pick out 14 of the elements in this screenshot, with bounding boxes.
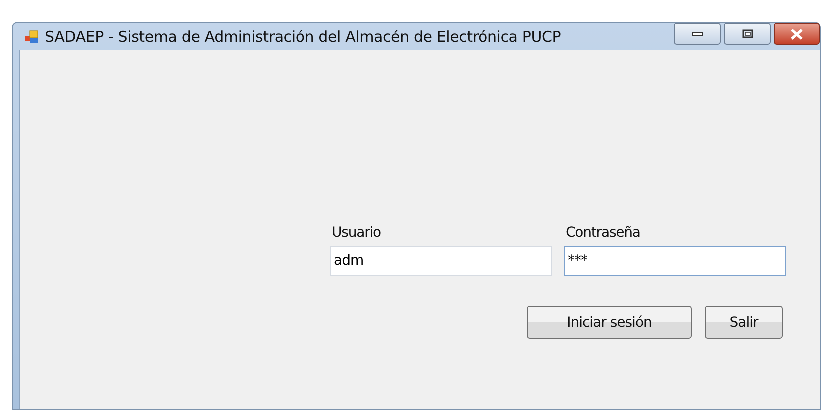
input-field[interactable]: adm: [330, 246, 552, 276]
restore-icon: [742, 29, 754, 39]
exit-button[interactable]: Salir: [705, 306, 783, 339]
close-button[interactable]: [774, 23, 820, 45]
login-button[interactable]: Iniciar sesión: [527, 306, 692, 339]
field-label: Contraseña: [566, 225, 642, 241]
app-icon: [25, 30, 39, 44]
field-label: Usuario: [332, 225, 382, 241]
window-title: SADAEP - Sistema de Administración del Almacén de Electrónica PUCP: [45, 28, 562, 46]
maximize-button[interactable]: [724, 23, 771, 45]
minimize-button[interactable]: [674, 23, 721, 45]
input-field[interactable]: ***: [564, 246, 786, 276]
close-icon: [790, 28, 804, 40]
minimize-icon: [692, 31, 704, 37]
